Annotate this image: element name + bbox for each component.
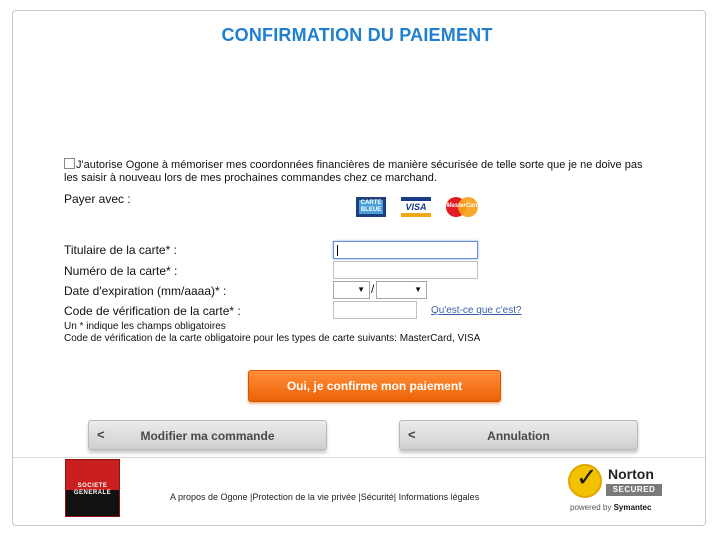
expiry-separator: / <box>371 282 375 296</box>
expiry-year-select[interactable]: ▼ <box>376 281 427 299</box>
remember-card-checkbox[interactable] <box>64 158 75 169</box>
card-holder-input[interactable] <box>333 241 478 259</box>
remember-card-consent: J'autorise Ogone à mémoriser mes coordon… <box>64 158 654 185</box>
cvc-label: Code de vérification de la carte* : <box>64 304 241 318</box>
card-number-input[interactable] <box>333 261 478 279</box>
card-holder-label: Titulaire de la carte* : <box>64 243 177 257</box>
expiry-label: Date d'expiration (mm/aaaa)* : <box>64 284 227 298</box>
required-fields-note: Un * indique les champs obligatoires <box>64 321 226 332</box>
modify-order-label: Modifier ma commande <box>140 429 275 443</box>
modify-order-button[interactable]: < Modifier ma commande <box>88 420 327 450</box>
societe-generale-logo: SOCIETE GENERALE <box>65 459 120 517</box>
expiry-month-select[interactable]: ▼ <box>333 281 370 299</box>
mastercard-icon[interactable]: MasterCard <box>446 197 480 217</box>
cvc-help-link[interactable]: Qu'est-ce que c'est? <box>431 305 522 316</box>
norton-check-icon: ✓ <box>568 462 602 498</box>
norton-secured-seal[interactable]: ✓ Norton SECURED powered by Symantec <box>566 462 670 516</box>
cvc-required-note: Code de vérification de la carte obligat… <box>64 333 481 344</box>
footer-divider <box>13 457 705 458</box>
page-title: CONFIRMATION DU PAIEMENT <box>221 25 493 45</box>
confirm-payment-button[interactable]: Oui, je confirme mon paiement <box>248 370 501 402</box>
visa-icon[interactable]: VISA <box>401 197 431 217</box>
cancel-button[interactable]: < Annulation <box>399 420 638 450</box>
footer-links[interactable]: A propos de Ogone |Protection de la vie … <box>170 492 479 502</box>
consent-text: J'autorise Ogone à mémoriser mes coordon… <box>64 159 643 184</box>
cancel-label: Annulation <box>487 429 550 443</box>
pay-with-label: Payer avec : <box>64 192 131 206</box>
carte-bleue-icon[interactable]: CARTE BLEUE <box>356 197 386 217</box>
cvc-input[interactable] <box>333 301 417 319</box>
card-number-label: Numéro de la carte* : <box>64 264 178 278</box>
